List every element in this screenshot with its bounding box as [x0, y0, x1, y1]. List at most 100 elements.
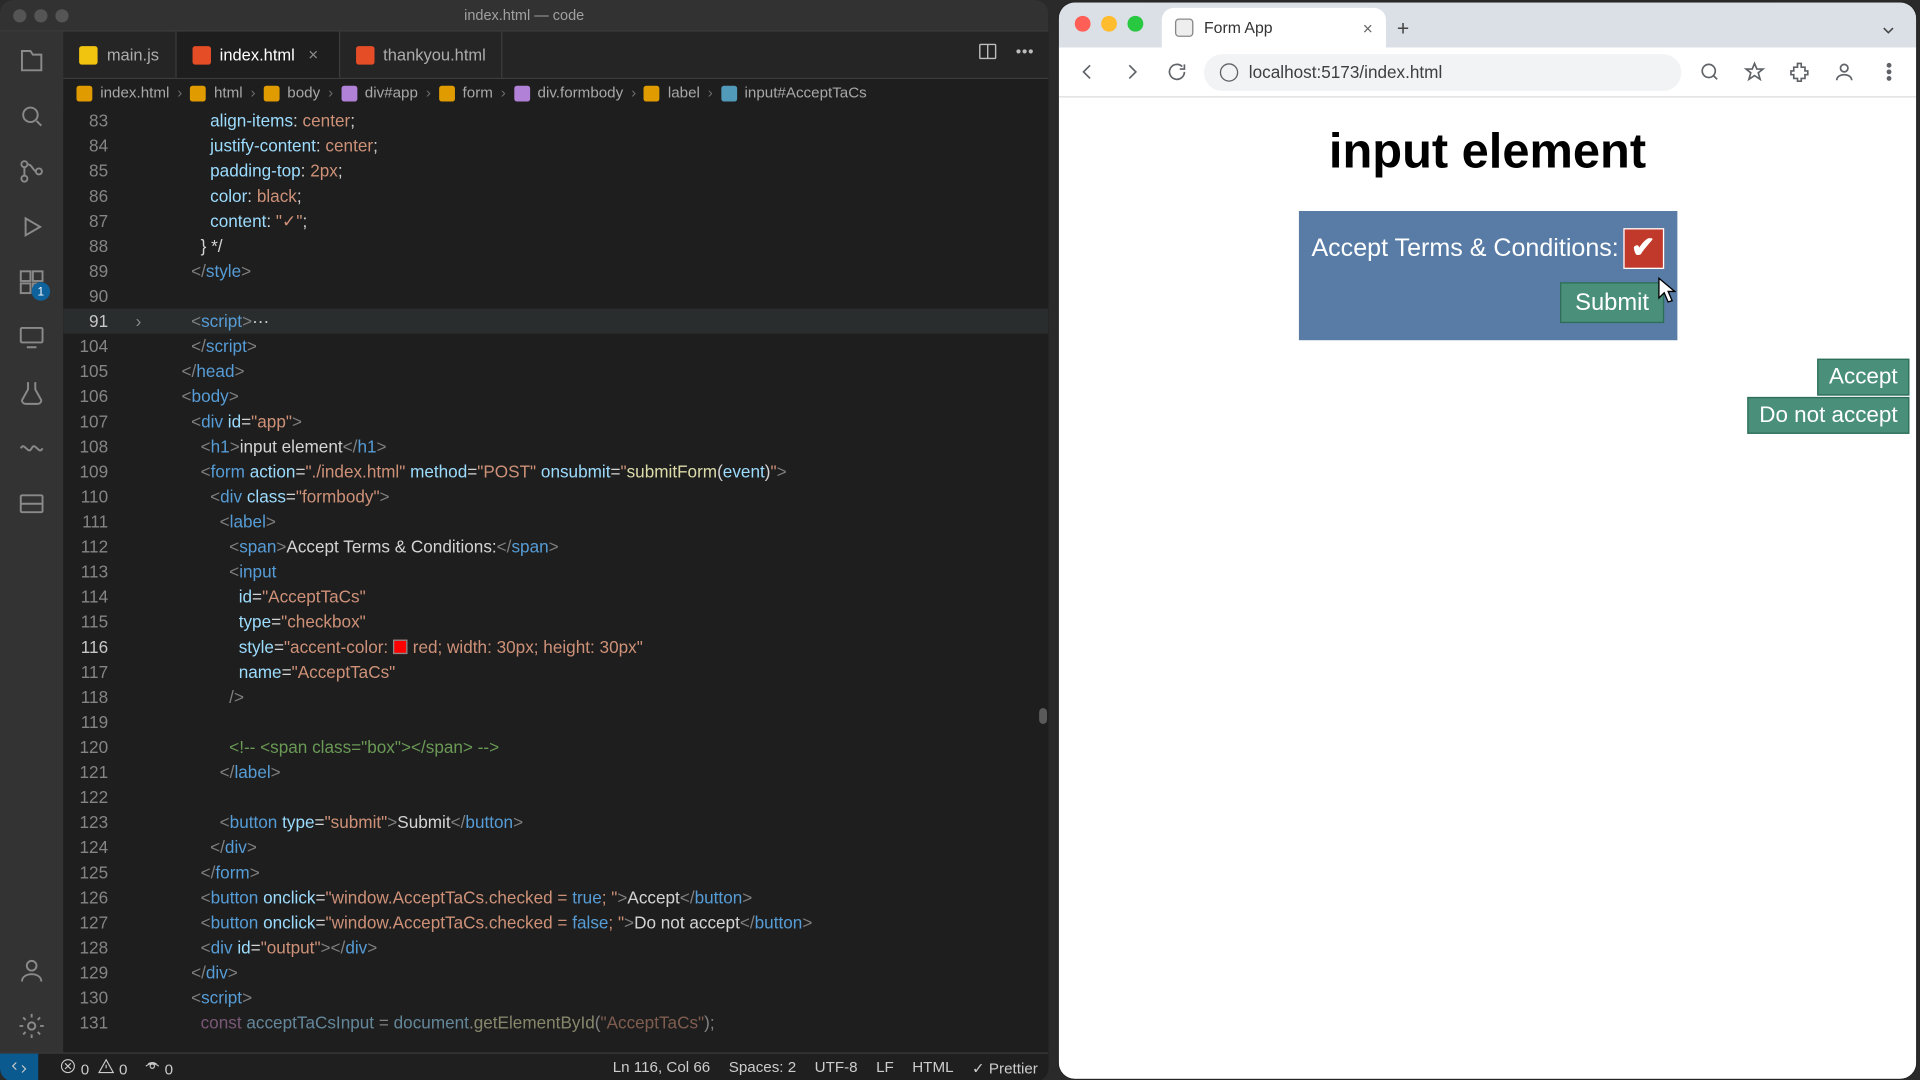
line-number[interactable]: 126	[63, 885, 129, 910]
forward-button[interactable]	[1114, 55, 1148, 89]
chrome-minimize-dot[interactable]	[1101, 16, 1117, 32]
code-line[interactable]: <input	[148, 559, 1049, 584]
editor-tab-thankyou-html[interactable]: thankyou.html	[340, 32, 503, 78]
line-number[interactable]: 127	[63, 910, 129, 935]
status-cursor[interactable]: Ln 116, Col 66	[613, 1060, 711, 1076]
zoom-icon[interactable]	[1692, 55, 1726, 89]
window-close-dot[interactable]	[13, 9, 26, 22]
fold-chevron-icon[interactable]: ›	[129, 309, 147, 334]
run-debug-icon[interactable]	[16, 211, 48, 243]
code-line[interactable]	[148, 284, 1049, 309]
line-number[interactable]: 83	[63, 108, 129, 133]
panel-icon[interactable]	[16, 488, 48, 520]
code-line[interactable]: </div>	[148, 960, 1049, 985]
code-line[interactable]: <label>	[148, 509, 1049, 534]
line-number[interactable]: 105	[63, 359, 129, 384]
line-number[interactable]: 109	[63, 459, 129, 484]
chrome-menu-icon[interactable]	[1871, 55, 1905, 89]
line-number[interactable]: 86	[63, 183, 129, 208]
settings-gear-icon[interactable]	[16, 1010, 48, 1042]
code-line[interactable]: name="AcceptTaCs"	[148, 659, 1049, 684]
breadcrumb-segment[interactable]: div.formbody	[538, 86, 624, 102]
line-number[interactable]: 108	[63, 434, 129, 459]
search-icon[interactable]	[16, 100, 48, 132]
line-number[interactable]: 115	[63, 609, 129, 634]
line-number[interactable]: 130	[63, 985, 129, 1010]
line-number[interactable]: 87	[63, 208, 129, 233]
line-number[interactable]: 113	[63, 559, 129, 584]
code-line[interactable]: <div id="output"></div>	[148, 935, 1049, 960]
code-line[interactable]	[148, 785, 1049, 810]
editor-tab-index-html[interactable]: index.html×	[176, 32, 339, 78]
accept-terms-checkbox[interactable]	[1623, 228, 1664, 269]
accounts-icon[interactable]	[16, 955, 48, 987]
line-number[interactable]: 118	[63, 684, 129, 709]
window-minimize-dot[interactable]	[34, 9, 47, 22]
code-line[interactable]: padding-top: 2px;	[148, 158, 1049, 183]
code-line[interactable]: <span>Accept Terms & Conditions:</span>	[148, 534, 1049, 559]
code-line[interactable]: <button onclick="window.AcceptTaCs.check…	[148, 885, 1049, 910]
line-number[interactable]: 88	[63, 233, 129, 258]
split-editor-icon[interactable]	[977, 41, 998, 69]
code-line[interactable]	[148, 709, 1049, 734]
code-line[interactable]: <form action="./index.html" method="POST…	[148, 459, 1049, 484]
line-number[interactable]: 120	[63, 735, 129, 760]
tab-close-icon[interactable]: ×	[304, 45, 322, 63]
address-bar[interactable]: localhost:5173/index.html	[1204, 53, 1681, 90]
code-line[interactable]: id="AcceptTaCs"	[148, 584, 1049, 609]
line-number[interactable]: 116	[63, 634, 129, 659]
code-line[interactable]: <div id="app">	[148, 409, 1049, 434]
status-lang[interactable]: HTML	[912, 1060, 953, 1076]
line-number[interactable]: 117	[63, 659, 129, 684]
chrome-zoom-dot[interactable]	[1127, 16, 1143, 32]
status-spaces[interactable]: Spaces: 2	[729, 1060, 796, 1076]
remote-explorer-icon[interactable]	[16, 322, 48, 354]
testing-icon[interactable]	[16, 377, 48, 409]
line-number[interactable]: 110	[63, 484, 129, 509]
status-formatter[interactable]: Prettier	[972, 1058, 1038, 1076]
breadcrumb-segment[interactable]: html	[214, 86, 243, 102]
vscode-titlebar[interactable]: index.html — code	[0, 0, 1048, 32]
line-number[interactable]: 84	[63, 133, 129, 158]
window-zoom-dot[interactable]	[55, 9, 68, 22]
breadcrumb-segment[interactable]: label	[668, 86, 700, 102]
line-number[interactable]: 123	[63, 810, 129, 835]
code-line[interactable]: />	[148, 684, 1049, 709]
editor-tab-main-js[interactable]: main.js	[63, 32, 176, 78]
line-number[interactable]: 112	[63, 534, 129, 559]
line-number[interactable]: 131	[63, 1010, 129, 1035]
explorer-icon[interactable]	[16, 45, 48, 77]
code-line[interactable]: color: black;	[148, 183, 1049, 208]
line-number[interactable]: 85	[63, 158, 129, 183]
wave-icon[interactable]	[16, 433, 48, 465]
breadcrumb-segment[interactable]: input#AcceptTaCs	[745, 86, 867, 102]
code-line[interactable]: <button type="submit">Submit</button>	[148, 810, 1049, 835]
breadcrumb-segment[interactable]: div#app	[365, 86, 418, 102]
line-number[interactable]: 106	[63, 384, 129, 409]
line-number[interactable]: 128	[63, 935, 129, 960]
code-line[interactable]: type="checkbox"	[148, 609, 1049, 634]
line-number[interactable]: 90	[63, 284, 129, 309]
extensions-icon[interactable]: 1	[16, 266, 48, 298]
profile-icon[interactable]	[1826, 55, 1860, 89]
code-line[interactable]: </script>	[148, 334, 1049, 359]
submit-button[interactable]: Submit	[1561, 282, 1664, 323]
checkbox-label[interactable]: Accept Terms & Conditions:	[1311, 234, 1618, 263]
line-number[interactable]: 104	[63, 334, 129, 359]
status-eol[interactable]: LF	[876, 1060, 894, 1076]
code-line[interactable]: <button onclick="window.AcceptTaCs.check…	[148, 910, 1049, 935]
tab-close-icon[interactable]: ×	[1363, 18, 1373, 38]
code-editor[interactable]: 83 align-items: center;84 justify-conten…	[63, 108, 1048, 1052]
code-line[interactable]: </div>	[148, 835, 1049, 860]
line-number[interactable]: 121	[63, 760, 129, 785]
line-number[interactable]: 114	[63, 584, 129, 609]
code-line[interactable]: </style>	[148, 258, 1049, 283]
new-tab-button[interactable]: +	[1386, 13, 1420, 47]
line-number[interactable]: 89	[63, 258, 129, 283]
line-number[interactable]: 91	[63, 309, 129, 334]
code-line[interactable]: <h1>input element</h1>	[148, 434, 1049, 459]
breadcrumb-segment[interactable]: body	[287, 86, 320, 102]
code-line[interactable]: content: "✓";	[148, 208, 1049, 233]
line-number[interactable]: 119	[63, 709, 129, 734]
back-button[interactable]	[1069, 55, 1103, 89]
